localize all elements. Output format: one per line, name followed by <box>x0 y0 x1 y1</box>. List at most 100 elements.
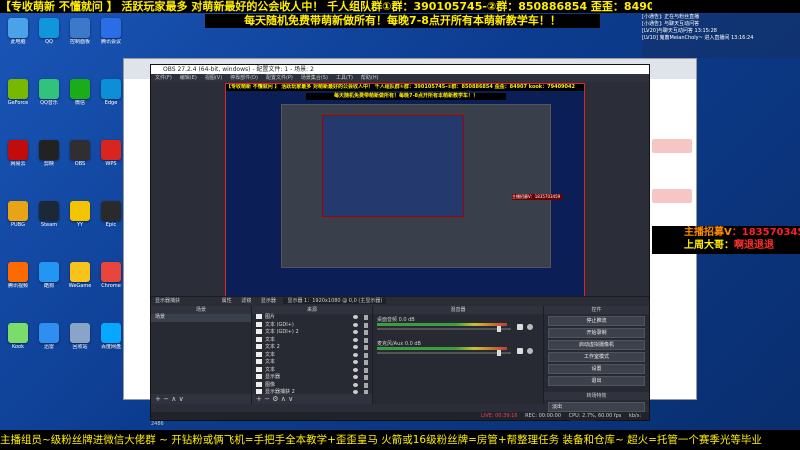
lock-icon[interactable] <box>364 382 368 388</box>
control-button[interactable]: 退出 <box>548 376 645 386</box>
desktop-icon[interactable]: 回收站 <box>65 323 95 350</box>
lock-icon[interactable] <box>364 360 368 365</box>
obs-window[interactable]: OBS 27.2.4 (64-bit, windows) - 配置文件: 1 -… <box>150 64 650 427</box>
menu-item[interactable]: 停靠部件(D) <box>230 75 258 81</box>
lock-icon[interactable] <box>364 330 368 335</box>
move-down-icon[interactable]: ∨ <box>179 395 184 403</box>
desktop-icon[interactable]: WeGame <box>65 262 95 289</box>
desktop-icon-label: 腾讯会议 <box>100 39 121 45</box>
speaker-icon[interactable] <box>517 324 523 330</box>
visibility-eye-icon[interactable] <box>353 315 358 319</box>
lock-icon[interactable] <box>364 352 368 358</box>
obs-menubar[interactable]: 文件(F) 编辑(E) 视图(V) 停靠部件(D) 配置文件(P) 场景集合(S) 工具(T… <box>151 74 649 82</box>
desktop-icon[interactable]: Kook <box>3 323 33 350</box>
desktop-icon[interactable]: OBS <box>65 140 95 167</box>
desktop-icon[interactable]: 控制面板 <box>65 18 95 45</box>
source-item[interactable]: 文本 <box>252 366 372 375</box>
scene-item[interactable]: 场景 <box>151 314 251 322</box>
gear-icon[interactable] <box>527 324 533 330</box>
desktop-icon[interactable]: Epic <box>96 201 126 228</box>
desktop-icon[interactable]: QQ音乐 <box>34 79 64 106</box>
visibility-eye-icon[interactable] <box>353 367 358 372</box>
menu-item[interactable]: 视图(V) <box>205 75 222 81</box>
desktop-icon[interactable]: 微信 <box>65 79 95 106</box>
obs-preview[interactable]: 【专收萌新 不懂就问 】 活跃玩家最多 对萌新最好的公会收人中！ 千人组队群①群… <box>225 83 585 305</box>
volume-slider[interactable] <box>377 352 511 354</box>
visibility-eye-icon[interactable] <box>353 322 358 327</box>
desktop-icon[interactable]: 酷狗 <box>34 262 64 289</box>
move-up-icon[interactable]: ∧ <box>171 395 176 403</box>
source-item[interactable]: 图片 <box>252 314 372 322</box>
desktop-icon[interactable]: 剪映 <box>34 140 64 167</box>
source-item[interactable]: 显示器 <box>252 374 372 382</box>
menu-item[interactable]: 工具(T) <box>336 75 353 81</box>
desktop-icon[interactable]: GeForce <box>3 79 33 106</box>
chat-message: [LV10] 鬼畜MeianCholy~ 进入直播间 13:16:24 <box>642 35 754 41</box>
desktop-icon[interactable]: Edge <box>96 79 126 106</box>
control-button[interactable]: 设置 <box>548 364 645 374</box>
move-up-icon[interactable]: ∧ <box>281 395 286 403</box>
lock-icon[interactable] <box>364 375 368 380</box>
gear-icon[interactable] <box>527 348 533 354</box>
volume-slider-handle[interactable] <box>497 350 501 356</box>
desktop-icon[interactable]: Chrome <box>96 262 126 289</box>
transition-select[interactable]: 淡出 <box>548 402 645 412</box>
lock-icon[interactable] <box>364 367 368 373</box>
source-item[interactable]: 文本 <box>252 351 372 360</box>
desktop-icon[interactable]: 网易云 <box>3 140 33 167</box>
rec-indicator: REC: 00:00:00 <box>525 413 562 419</box>
desktop-icon[interactable]: 百度网盘 <box>96 323 126 350</box>
move-down-icon[interactable]: ∨ <box>288 395 293 403</box>
menu-item[interactable]: 场景集合(S) <box>301 75 328 81</box>
visibility-eye-icon[interactable] <box>353 345 358 349</box>
desktop-icon[interactable]: QQ <box>34 18 64 45</box>
desktop-icon-label: 回收站 <box>72 344 88 350</box>
control-button[interactable]: 工作室模式 <box>548 352 645 362</box>
source-item[interactable]: 文本 (GDI+) <box>252 321 372 330</box>
visibility-eye-icon[interactable] <box>353 360 358 364</box>
source-item[interactable]: 文本 <box>252 359 372 367</box>
menu-item[interactable]: 帮助(H) <box>361 75 379 81</box>
visibility-eye-icon[interactable] <box>353 337 358 342</box>
remove-source-button[interactable]: − <box>264 395 270 403</box>
filters-button[interactable]: 滤镜 <box>241 298 251 304</box>
desktop-icon[interactable]: 此电脑 <box>3 18 33 45</box>
visibility-eye-icon[interactable] <box>353 375 358 379</box>
volume-slider[interactable] <box>377 328 511 330</box>
remove-scene-button[interactable]: − <box>163 395 169 403</box>
display-select[interactable]: 显示器 1：1920x1080 @ 0,0 (主显示器) <box>283 298 387 304</box>
properties-button[interactable]: 属性 <box>222 298 232 304</box>
menu-item[interactable]: 文件(F) <box>155 75 172 81</box>
control-button[interactable]: 停止推流 <box>548 316 645 326</box>
source-item[interactable]: 文本 <box>252 336 372 345</box>
add-scene-button[interactable]: + <box>155 395 161 403</box>
obs-titlebar[interactable]: OBS 27.2.4 (64-bit, windows) - 配置文件: 1 -… <box>151 65 649 74</box>
source-label: 图片 <box>265 314 276 320</box>
control-button[interactable]: 启动虚拟摄像机 <box>548 340 645 350</box>
desktop-icon[interactable]: 迅雷 <box>34 323 64 350</box>
menu-item[interactable]: 配置文件(P) <box>266 75 293 81</box>
desktop-icon[interactable]: 腾讯视频 <box>3 262 33 289</box>
volume-slider-handle[interactable] <box>497 326 501 332</box>
visibility-eye-icon[interactable] <box>353 330 358 334</box>
source-item[interactable]: 文本 (GDI+) 2 <box>252 329 372 337</box>
control-button[interactable]: 开始录制 <box>548 328 645 338</box>
lock-icon[interactable] <box>364 345 368 350</box>
lock-icon[interactable] <box>364 315 368 320</box>
source-item[interactable]: 图像 <box>252 381 372 390</box>
desktop-icon[interactable]: YY <box>65 201 95 228</box>
source-settings-icon[interactable]: ⚙ <box>272 395 278 403</box>
menu-item[interactable]: 编辑(E) <box>180 75 197 81</box>
add-source-button[interactable]: + <box>256 395 262 403</box>
speaker-icon[interactable] <box>517 348 523 354</box>
visibility-eye-icon[interactable] <box>353 352 358 357</box>
visibility-eye-icon[interactable] <box>353 382 358 387</box>
lock-icon[interactable] <box>364 322 368 328</box>
desktop-icon[interactable]: WPS <box>96 140 126 167</box>
desktop-icon[interactable]: 腾讯会议 <box>96 18 126 45</box>
desktop-icon[interactable]: Steam <box>34 201 64 228</box>
desktop-icon[interactable]: PUBG <box>3 201 33 228</box>
mixer-channel: 麦克风/Aux 0.0 dB <box>377 340 539 358</box>
source-item[interactable]: 文本 2 <box>252 344 372 352</box>
lock-icon[interactable] <box>364 337 368 343</box>
